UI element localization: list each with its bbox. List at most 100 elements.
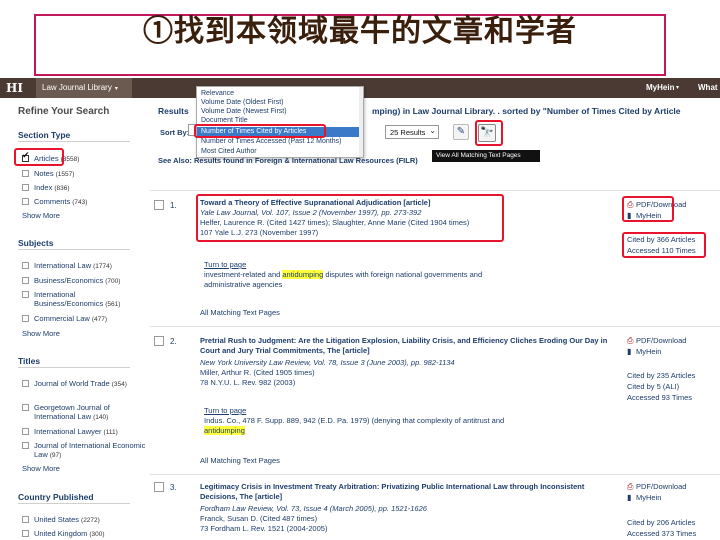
edit-search-icon[interactable]: ✎ [453,124,469,140]
divider [150,474,720,475]
text-snippet: Indus. Co., 478 F. Supp. 889, 942 (E.D. … [204,416,505,435]
checkbox[interactable] [22,184,29,191]
author-line[interactable]: Miller, Arthur R. (Cited 1905 times) [200,368,600,378]
citation-line: New York University Law Review, Vol. 78,… [200,358,455,367]
checkbox[interactable] [22,315,29,322]
subjects-heading: Subjects [18,238,54,248]
result-checkbox[interactable] [154,482,164,492]
result-number: 2. [170,337,177,346]
cited-by-ali-link[interactable]: Cited by 5 (ALI) [627,382,679,391]
divider [18,367,130,368]
all-matching-text-link[interactable]: All Matching Text Pages [200,456,280,465]
divider [18,503,130,504]
checkbox[interactable] [22,442,29,449]
accessed-count: Accessed 93 Times [627,393,693,402]
facet-country[interactable]: United States (2272) [22,515,148,525]
text-snippet: investment-related and antidumping dispu… [204,270,483,289]
dropdown-scrollbar[interactable] [359,87,363,157]
facet-country[interactable]: United Kingdom (300) [22,529,148,539]
facet-title[interactable]: International Lawyer (111) [22,427,148,437]
facet-title[interactable]: Georgetown Journal of International Law(… [22,403,148,422]
facet-index[interactable]: Index (836) [22,183,148,193]
citation-line: 78 N.Y.U. L. Rev. 982 (2003) [200,378,296,387]
annotation-cited-highlight [622,232,706,258]
library-menu-label: Law Journal Library [42,83,112,92]
sort-option[interactable]: Number of Times Accessed (Past 12 Months… [197,137,363,147]
whats-new-menu[interactable]: What [698,83,718,92]
checkbox[interactable] [22,530,29,537]
checkbox[interactable] [22,404,29,411]
myhein-link[interactable]: ▮ MyHein [627,493,661,502]
checkbox[interactable] [22,428,29,435]
slide-title: ①找到本领域最牛的文章和学者 [143,14,577,49]
citation-line: Fordham Law Review, Vol. 73, Issue 4 (Ma… [200,504,427,513]
cited-by-link[interactable]: Cited by 206 Articles [627,518,695,527]
bookmark-icon: ▮ [627,347,632,356]
checkbox[interactable] [22,262,29,269]
sort-option[interactable]: Most Cited Author [197,147,363,157]
chevron-down-icon: ▾ [676,85,680,91]
country-heading: Country Published [18,492,94,502]
accessed-count: Accessed 373 Times [627,529,697,538]
divider [18,249,130,250]
divider [18,141,130,142]
facet-subject[interactable]: Commercial Law (477) [22,314,148,324]
facet-title[interactable]: Journal of World Trade (354) [22,379,148,389]
facet-subject[interactable]: Business/Economics (700) [22,276,148,286]
divider [150,190,720,191]
results-per-page-select[interactable]: 25 Results ⌄ [385,125,439,139]
checkbox[interactable] [22,516,29,523]
checkbox[interactable] [22,170,29,177]
result-number: 1. [170,201,177,210]
refine-search-title: Refine Your Search [18,106,110,117]
myhein-menu[interactable]: MyHein [646,83,674,92]
myhein-link[interactable]: ▮ MyHein [627,347,661,356]
library-menu-tab[interactable]: Law Journal Library ▾ [36,78,132,98]
show-more-link[interactable]: Show More [22,211,60,220]
chevron-down-icon: ⌄ [429,126,436,135]
sort-by-label: Sort By: [160,128,190,137]
checkbox[interactable] [22,291,29,298]
results-header-query: mping) in Law Journal Library. . sorted … [372,106,681,116]
section-type-heading: Section Type [18,130,71,140]
facet-subject[interactable]: International Business/Economics (561) [22,290,148,309]
facet-comments[interactable]: Comments (743) [22,197,148,207]
annotation-spacer [198,256,208,268]
result-title-link[interactable]: Legitimacy Crisis in Investment Treaty A… [200,482,610,501]
result-number: 3. [170,483,177,492]
pdf-download-link[interactable]: ⎙ PDF/Download [627,482,686,492]
divider [150,326,720,327]
checkbox[interactable] [22,380,29,387]
checkbox[interactable] [22,277,29,284]
result-title-link[interactable]: Pretrial Rush to Judgment: Are the Litig… [200,336,610,355]
facet-subject[interactable]: International Law (1774) [22,261,148,271]
show-more-link[interactable]: Show More [22,464,60,473]
pdf-download-link[interactable]: ⎙ PDF/Download [627,336,686,346]
titles-heading: Titles [18,356,41,366]
annotation-result-highlight [196,194,504,242]
author-line[interactable]: Franck, Susan D. (Cited 487 times) [200,514,600,524]
chevron-down-icon: ▾ [114,86,118,92]
annotation-articles-highlight [14,148,64,166]
all-matching-text-link[interactable]: All Matching Text Pages [200,308,280,317]
hein-logo[interactable]: HI [6,81,23,95]
citation-line: 73 Fordham L. Rev. 1521 (2004-2005) [200,524,328,533]
facet-notes[interactable]: Notes (1557) [22,169,148,179]
tooltip: View All Matching Text Pages [432,150,540,162]
annotation-sort-highlight [194,124,326,138]
show-more-link[interactable]: Show More [22,329,60,338]
annotation-search-button-highlight [475,120,503,146]
annotation-download-highlight [622,196,674,222]
turn-to-page-link[interactable]: Turn to page [204,260,246,269]
pdf-icon: ⎙ [627,482,634,491]
pdf-icon: ⎙ [627,336,634,345]
sort-dropdown[interactable]: Relevance Volume Date (Oldest First) Vol… [196,86,364,158]
facet-title[interactable]: Journal of International Economic Law (97… [22,441,148,460]
cited-by-link[interactable]: Cited by 235 Articles [627,371,695,380]
result-checkbox[interactable] [154,200,164,210]
result-checkbox[interactable] [154,336,164,346]
turn-to-page-link[interactable]: Turn to page [204,406,246,415]
results-header: Results [158,106,189,116]
checkbox[interactable] [22,198,29,205]
bookmark-icon: ▮ [627,493,632,502]
